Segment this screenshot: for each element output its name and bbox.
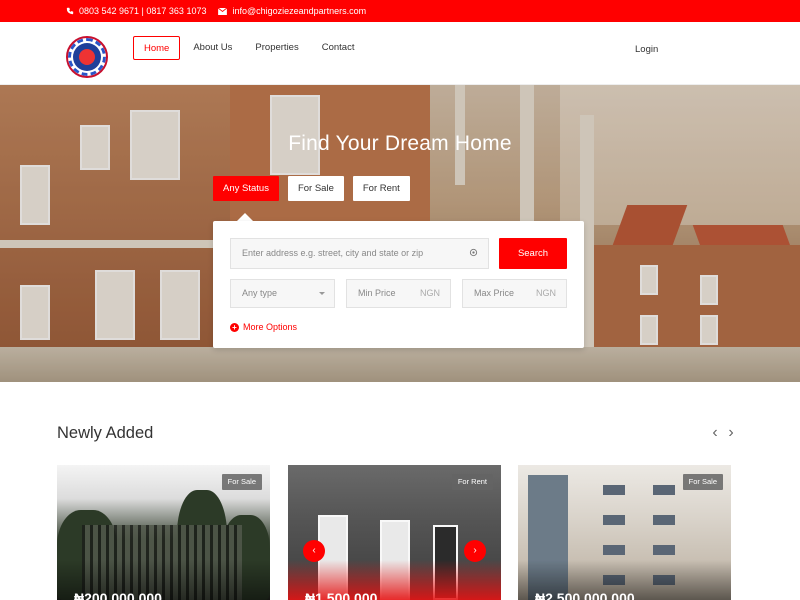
min-price-currency: NGN [420, 288, 440, 298]
login-link[interactable]: Login [635, 44, 658, 55]
card-image-window [603, 545, 625, 555]
nav-menu: Home About Us Properties Contact [133, 36, 367, 60]
tab-any-status[interactable]: Any Status [213, 176, 279, 201]
company-logo[interactable] [66, 36, 108, 78]
phone-icon [66, 7, 74, 15]
chevron-right-icon[interactable]: › [724, 425, 738, 441]
tab-for-sale[interactable]: For Sale [287, 176, 344, 201]
main-navbar: Home About Us Properties Contact Login [0, 22, 800, 85]
locate-icon[interactable] [469, 248, 478, 257]
top-contact-bar: 0803 542 9671 | 0817 363 1073 info@chigo… [0, 0, 800, 22]
email-contact[interactable]: info@chigoziezeandpartners.com [218, 6, 366, 16]
property-card[interactable]: For Sale ₦200,000,000 [57, 465, 270, 600]
card-image-window [653, 545, 675, 555]
more-options-link[interactable]: + More Options [230, 322, 297, 332]
hero-title: Find Your Dream Home [288, 132, 512, 155]
property-type-value: Any type [242, 288, 278, 298]
property-price: ₦200,000,000 [74, 590, 162, 600]
phone-contact[interactable]: 0803 542 9671 | 0817 363 1073 [66, 6, 206, 16]
card-image-window [653, 515, 675, 525]
carousel-arrows: ‹ › [708, 425, 740, 441]
max-price-placeholder: Max Price [474, 288, 515, 298]
property-card[interactable]: For Rent ‹ › ₦1,500,000 [288, 465, 501, 600]
min-price-input[interactable]: Min Price NGN [346, 279, 451, 308]
address-placeholder: Enter address e.g. street, city and stat… [242, 248, 424, 258]
property-price: ₦2,500,000,000 [535, 590, 635, 600]
status-badge: For Rent [451, 474, 493, 490]
envelope-icon [218, 7, 228, 15]
min-price-placeholder: Min Price [358, 288, 396, 298]
nav-item-properties[interactable]: Properties [245, 36, 308, 60]
status-badge: For Sale [221, 474, 262, 490]
search-panel: Enter address e.g. street, city and stat… [213, 221, 584, 348]
nav-item-home[interactable]: Home [133, 36, 181, 60]
email-address: info@chigoziezeandpartners.com [232, 6, 367, 16]
tab-for-rent[interactable]: For Rent [352, 176, 410, 201]
logo-emblem [79, 49, 95, 65]
plus-circle-icon: + [230, 322, 239, 332]
property-card[interactable]: For Sale ₦2,500,000,000 [518, 465, 731, 600]
status-tabs: Any Status For Sale For Rent [213, 176, 419, 201]
more-options-label: More Options [243, 322, 298, 332]
chevron-left-icon[interactable]: ‹ [708, 425, 722, 441]
search-button[interactable]: Search [499, 238, 567, 269]
card-next-button[interactable]: › [464, 540, 486, 562]
property-type-select[interactable]: Any type [230, 279, 335, 308]
nav-item-about-us[interactable]: About Us [183, 36, 242, 60]
phone-numbers: 0803 542 9671 | 0817 363 1073 [79, 6, 207, 16]
max-price-currency: NGN [536, 288, 556, 298]
chevron-down-icon [319, 292, 325, 295]
tab-pointer [237, 213, 253, 221]
max-price-input[interactable]: Max Price NGN [462, 279, 567, 308]
address-input[interactable]: Enter address e.g. street, city and stat… [230, 238, 489, 269]
section-title-newly-added: Newly Added [57, 424, 154, 442]
card-image-window [603, 515, 625, 525]
card-prev-button[interactable]: ‹ [303, 540, 325, 562]
nav-item-contact[interactable]: Contact [312, 36, 365, 60]
status-badge: For Sale [682, 474, 723, 490]
card-image-window [653, 485, 675, 495]
card-image-window [603, 485, 625, 495]
property-price: ₦1,500,000 [305, 590, 378, 600]
